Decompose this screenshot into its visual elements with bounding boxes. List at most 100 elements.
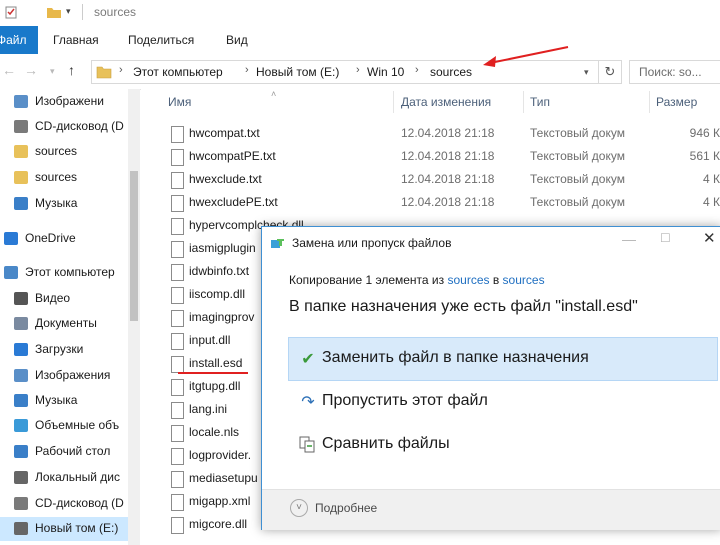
new-folder-icon[interactable] [46,4,62,20]
computer-icon [4,266,18,279]
up-icon[interactable]: ↑ [68,62,75,78]
file-icon [171,402,184,419]
minimize-icon[interactable]: — [622,231,636,247]
file-icon [171,241,184,258]
file-icon [171,379,184,396]
file-type: Текстовый докум [530,195,625,209]
address-dropdown-icon[interactable]: ▾ [584,67,589,78]
sidebar-item-label: Музыка [35,393,78,407]
navigation-pane: Изображени CD-дисковод (D sources sources Му… [0,89,140,545]
sidebar-item[interactable]: CD-дисковод (D [0,492,140,516]
annotation-underline [178,372,248,374]
forward-icon[interactable]: → [24,62,38,78]
file-date: 12.04.2018 21:18 [401,149,495,163]
sidebar-item[interactable]: Музыка [0,192,140,216]
breadcrumb-this-pc[interactable]: Этот компьютер [133,65,223,79]
properties-icon[interactable] [4,4,20,20]
more-details-link[interactable]: Подробнее [315,501,377,515]
music-icon [14,394,28,407]
column-header-size[interactable]: Размер [656,95,697,109]
sidebar-item-label: Загрузки [35,342,84,356]
breadcrumb-sources[interactable]: sources [430,65,472,79]
file-size: 4 К [703,172,720,186]
checkmark-icon: ✔ [301,351,315,368]
file-row[interactable]: hwcompat.txt 12.04.2018 21:18 Текстовый до… [141,123,720,146]
skip-file-option[interactable]: ↷ Пропустить этот файл [289,381,717,423]
divider [523,91,524,113]
breadcrumb-drive-e[interactable]: Новый том (E:) [256,65,339,79]
sidebar-item[interactable]: sources [0,166,140,190]
column-header-date[interactable]: Дата изменения [401,95,491,109]
sidebar-item[interactable]: Музыка [0,389,140,413]
breadcrumb-separator-icon: › [245,64,249,76]
sidebar-item[interactable]: Изображени [0,90,140,114]
pictures-icon [14,369,28,382]
file-icon [171,149,184,166]
file-icon [171,494,184,511]
sidebar-item[interactable]: OneDrive [0,227,140,251]
replace-or-skip-dialog: Замена или пропуск файлов — ☐ ✕ Копирова… [261,226,720,530]
scrollbar-thumb[interactable] [130,171,138,321]
folder-icon [14,171,28,184]
sidebar-item[interactable]: CD-дисковод (D [0,115,140,139]
source-link[interactable]: sources [447,273,489,287]
divider [393,91,394,113]
chevron-down-icon[interactable]: ˅ [290,499,308,517]
recent-dropdown-icon[interactable]: ▾ [50,66,55,77]
option-label: Пропустить этот файл [322,392,488,409]
sidebar-item[interactable]: Локальный дис [0,466,140,490]
tab-home[interactable]: Главная [53,26,99,54]
sidebar-item[interactable]: Документы [0,312,140,336]
file-row[interactable]: hwexclude.txt 12.04.2018 21:18 Текстовый д… [141,169,720,192]
destination-link[interactable]: sources [503,273,545,287]
sidebar-item[interactable]: Этот компьютер [0,261,140,285]
title-bar: ▾ sources [0,0,720,27]
sidebar-item-label: Изображени [35,94,104,108]
sidebar-item[interactable]: Загрузки [0,338,140,362]
replace-file-option[interactable]: ✔ Заменить файл в папке назначения [288,337,718,381]
sidebar-scrollbar[interactable] [128,89,140,545]
file-date: 12.04.2018 21:18 [401,126,495,140]
tab-file[interactable]: Файл [0,26,38,54]
skip-arrow-icon: ↷ [301,394,315,411]
back-icon[interactable]: ← [2,62,16,78]
sidebar-item-label: Документы [35,316,97,330]
tab-view[interactable]: Вид [226,26,248,54]
file-name: migapp.xml [189,494,251,508]
search-input[interactable]: Поиск: so... [629,60,720,84]
sidebar-item[interactable]: Новый том (E:) [0,517,140,541]
sidebar-item-label: Изображения [35,368,111,382]
option-label: Сравнить файлы [322,435,450,452]
divider [82,4,83,20]
file-name: input.dll [189,333,231,347]
file-name: install.esd [189,356,243,370]
file-row[interactable]: hwcompatPE.txt 12.04.2018 21:18 Текстовый … [141,146,720,169]
sidebar-item[interactable]: Видео [0,287,140,311]
compare-files-option[interactable]: Сравнить файлы [289,424,717,466]
file-name: idwbinfo.txt [189,264,250,278]
desktop-icon [14,445,28,458]
breadcrumb-win10[interactable]: Win 10 [367,65,404,79]
quick-access-dropdown-icon[interactable]: ▾ [66,6,82,22]
file-icon [171,333,184,350]
sidebar-item[interactable]: Рабочий стол [0,440,140,464]
file-name: locale.nls [189,425,240,439]
file-row[interactable]: hwexcludePE.txt 12.04.2018 21:18 Текстовый… [141,192,720,215]
refresh-button[interactable]: ↻ [598,60,622,84]
sidebar-item-label: Рабочий стол [35,444,111,458]
column-header-name[interactable]: Имя [168,95,191,109]
copy-mid: в [489,273,503,287]
file-type: Текстовый докум [530,149,625,163]
column-header-type[interactable]: Тип [530,95,550,109]
sidebar-item[interactable]: sources [0,140,140,164]
close-icon[interactable]: ✕ [703,229,716,247]
sidebar-item[interactable]: Изображения [0,364,140,388]
file-icon [171,172,184,189]
sidebar-item[interactable]: Объемные объ [0,414,140,438]
sidebar-item-label: Этот компьютер [25,265,115,279]
copy-prefix: Копирование 1 элемента из [289,273,448,287]
maximize-icon[interactable]: ☐ [660,231,671,245]
file-icon [171,517,184,534]
tab-share[interactable]: Поделиться [128,26,194,54]
file-icon [171,310,184,327]
